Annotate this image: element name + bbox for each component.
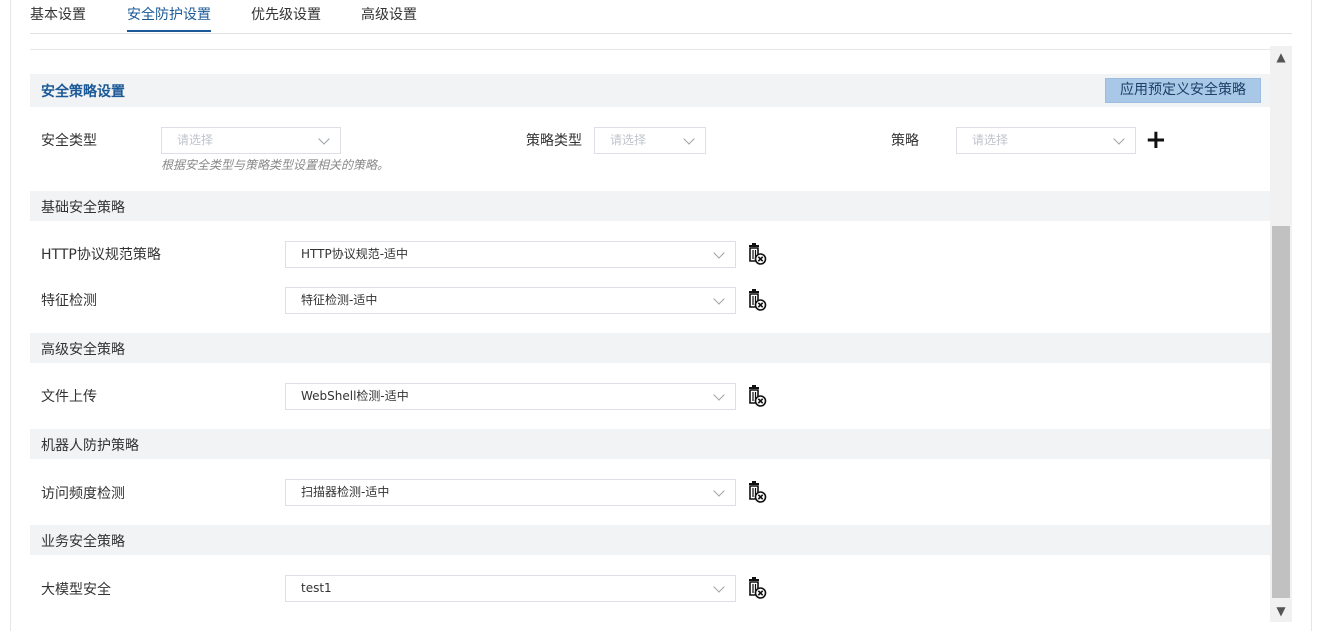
http-protocol-policy-select[interactable]: HTTP协议规范-适中 — [285, 241, 736, 268]
vertical-scrollbar[interactable]: ▲ ▼ — [1270, 46, 1292, 622]
row-label-large-model-security: 大模型安全 — [41, 582, 111, 598]
security-type-select[interactable]: 请选择 — [161, 127, 341, 154]
plus-icon[interactable]: + — [1145, 127, 1167, 153]
trash-delete-icon[interactable] — [747, 577, 767, 599]
trash-delete-icon[interactable] — [747, 289, 767, 311]
large-model-security-select[interactable]: test1 — [285, 575, 736, 602]
tab-bar: 基本设置 安全防护设置 优先级设置 高级设置 — [30, 0, 1292, 34]
arrow-up-icon[interactable]: ▲ — [1270, 46, 1292, 68]
group-title: 高级安全策略 — [41, 342, 125, 358]
group-business-security: 业务安全策略 — [30, 525, 1270, 555]
chevron-down-icon — [713, 581, 725, 593]
selected-value: test1 — [301, 581, 332, 595]
chevron-down-icon — [713, 485, 725, 497]
row-label-access-frequency: 访问频度检测 — [41, 486, 125, 502]
section-title: 安全策略设置 — [41, 84, 125, 100]
chevron-down-icon — [683, 133, 695, 145]
policy-type-placeholder: 请选择 — [610, 133, 647, 147]
tab-advanced-settings[interactable]: 高级设置 — [361, 6, 417, 24]
chevron-down-icon — [1113, 133, 1125, 145]
chevron-down-icon — [318, 133, 330, 145]
chevron-down-icon — [713, 247, 725, 259]
selected-value: WebShell检测-适中 — [301, 389, 409, 403]
filter-hint: 根据安全类型与策略类型设置相关的策略。 — [161, 158, 390, 172]
policy-label: 策略 — [891, 133, 919, 149]
divider — [30, 49, 1270, 50]
row-label-signature-detection: 特征检测 — [41, 293, 97, 309]
group-bot-protection: 机器人防护策略 — [30, 429, 1270, 459]
policy-type-select[interactable]: 请选择 — [594, 127, 706, 154]
row-label-http-protocol: HTTP协议规范策略 — [41, 247, 161, 263]
group-title: 业务安全策略 — [41, 534, 125, 550]
policy-type-label: 策略类型 — [526, 133, 582, 149]
chevron-down-icon — [713, 293, 725, 305]
selected-value: HTTP协议规范-适中 — [301, 247, 409, 261]
apply-predefined-policy-button[interactable]: 应用预定义安全策略 — [1105, 78, 1261, 103]
arrow-down-icon[interactable]: ▼ — [1270, 600, 1292, 622]
group-advanced-security: 高级安全策略 — [30, 333, 1270, 363]
scrollbar-thumb[interactable] — [1272, 226, 1290, 598]
policy-select[interactable]: 请选择 — [956, 127, 1136, 154]
group-basic-security: 基础安全策略 — [30, 191, 1270, 221]
security-type-label: 安全类型 — [41, 133, 97, 149]
selected-value: 特征检测-适中 — [301, 293, 378, 307]
security-policy-header: 安全策略设置 应用预定义安全策略 — [30, 74, 1270, 107]
access-frequency-select[interactable]: 扫描器检测-适中 — [285, 479, 736, 506]
selected-value: 扫描器检测-适中 — [301, 485, 390, 499]
tab-basic-settings[interactable]: 基本设置 — [30, 6, 86, 24]
group-title: 机器人防护策略 — [41, 438, 139, 454]
active-tab-indicator — [127, 30, 211, 32]
trash-delete-icon[interactable] — [747, 243, 767, 265]
security-type-placeholder: 请选择 — [177, 133, 214, 147]
trash-delete-icon[interactable] — [747, 481, 767, 503]
chevron-down-icon — [713, 389, 725, 401]
row-label-file-upload: 文件上传 — [41, 389, 97, 405]
signature-detection-select[interactable]: 特征检测-适中 — [285, 287, 736, 314]
tab-security-protection[interactable]: 安全防护设置 — [127, 6, 211, 24]
file-upload-select[interactable]: WebShell检测-适中 — [285, 383, 736, 410]
policy-placeholder: 请选择 — [972, 133, 1009, 147]
group-title: 基础安全策略 — [41, 200, 125, 216]
tab-priority-settings[interactable]: 优先级设置 — [251, 6, 321, 24]
trash-delete-icon[interactable] — [747, 385, 767, 407]
